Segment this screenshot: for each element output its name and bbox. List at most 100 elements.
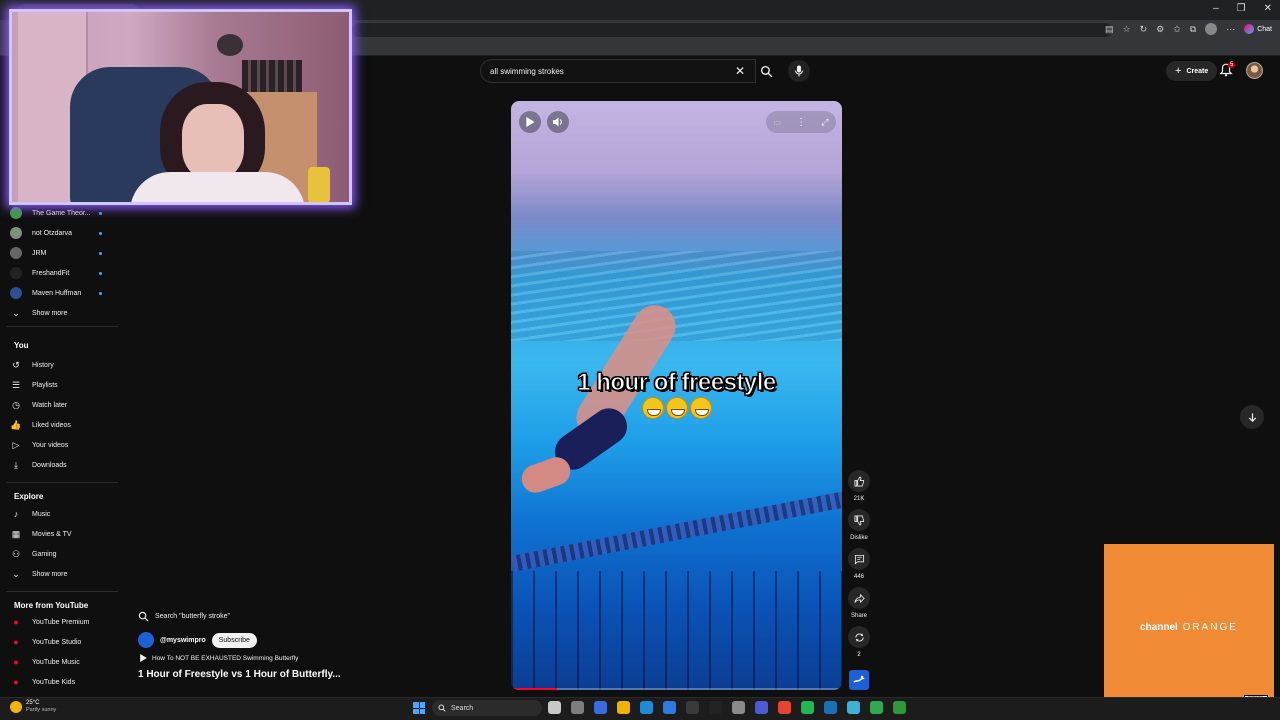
like-action: 21K xyxy=(848,470,870,502)
sidebar-item-movies[interactable]: ▦ Movies & TV xyxy=(10,525,116,543)
channel-avatar xyxy=(10,247,22,259)
file-explorer-icon[interactable] xyxy=(617,701,630,714)
taskbar-search[interactable]: Search xyxy=(432,700,542,716)
search-box[interactable] xyxy=(480,59,756,83)
next-short-button[interactable] xyxy=(1240,405,1264,429)
webcam-bottles xyxy=(242,60,302,92)
spotify-icon[interactable] xyxy=(801,701,814,714)
media-icon[interactable] xyxy=(778,701,791,714)
address-bar[interactable] xyxy=(352,23,1112,37)
clear-search-icon[interactable]: ✕ xyxy=(735,64,745,78)
sidebar-item-your-videos[interactable]: ▷ Your videos xyxy=(10,436,116,454)
weather-widget[interactable]: 25°C Partly sunny xyxy=(10,700,56,714)
related-video-link[interactable]: How To NOT BE EXHAUSTED Swimming Butterf… xyxy=(140,654,298,662)
sidebar-subscription[interactable]: JRM xyxy=(10,244,116,262)
sidebar: The Game Theor... not Otzdarva JRM Freshand… xyxy=(0,205,120,720)
sidebar-item-gaming[interactable]: ⚇ Gaming xyxy=(10,545,116,563)
sidebar-subscription[interactable]: FreshandFit xyxy=(10,264,116,282)
fullscreen-icon[interactable]: ⤢ xyxy=(821,117,828,128)
settings-icon[interactable] xyxy=(732,701,745,714)
like-button[interactable] xyxy=(848,470,870,492)
sidebar-item-playlists[interactable]: ☰ Playlists xyxy=(10,376,116,394)
sidebar-item-youtube-kids[interactable]: ● YouTube Kids xyxy=(10,673,116,691)
channel-thumbnail[interactable] xyxy=(849,670,869,690)
search-input[interactable] xyxy=(490,66,730,76)
sidebar-item-label: Gaming xyxy=(32,550,57,558)
refresh-icon[interactable]: ↻ xyxy=(1140,24,1148,35)
edge-icon[interactable] xyxy=(640,701,653,714)
grin-emoji-icon xyxy=(665,397,688,419)
channel-avatar[interactable] xyxy=(138,632,154,648)
sidebar-item-youtube-music[interactable]: ● YouTube Music xyxy=(10,653,116,671)
sidebar-item-liked[interactable]: 👍 Liked videos xyxy=(10,416,116,434)
comments-button[interactable] xyxy=(848,548,870,570)
progress-bar[interactable] xyxy=(511,688,842,690)
app-icon[interactable] xyxy=(847,701,860,714)
sidebar-item-youtube-studio[interactable]: ● YouTube Studio xyxy=(10,633,116,651)
captions-icon[interactable]: ▭ xyxy=(774,118,782,127)
start-button[interactable] xyxy=(413,702,425,714)
share-button[interactable] xyxy=(848,587,870,609)
sidebar-more-heading[interactable]: More from YouTube xyxy=(14,601,88,610)
reader-icon[interactable]: ▤ xyxy=(1105,24,1114,35)
search-button[interactable] xyxy=(756,59,776,83)
liked-icon: 👍 xyxy=(10,419,22,430)
steam-icon[interactable] xyxy=(824,701,837,714)
subscribe-button[interactable]: Subscribe xyxy=(211,632,257,648)
account-avatar[interactable] xyxy=(1246,62,1263,79)
copilot-icon xyxy=(1244,24,1255,34)
sidebar-item-youtube-premium[interactable]: ● YouTube Premium xyxy=(10,613,116,631)
copilot-chat-button[interactable]: Chat xyxy=(1244,24,1272,34)
voice-search-button[interactable] xyxy=(788,60,810,82)
extensions-icon[interactable]: ⚙ xyxy=(1156,24,1164,35)
youtube-kids-icon: ● xyxy=(13,677,19,687)
minimize-icon[interactable]: – xyxy=(1213,3,1219,14)
copilot-icon[interactable] xyxy=(548,701,561,714)
share-label: Share xyxy=(850,613,867,619)
profile-avatar[interactable] xyxy=(1205,23,1218,35)
xbox-icon[interactable] xyxy=(893,701,906,714)
gaming-icon: ⚇ xyxy=(11,548,21,559)
widgets-icon[interactable] xyxy=(594,701,607,714)
discord-icon[interactable] xyxy=(755,701,768,714)
play-button[interactable] xyxy=(519,111,541,133)
sidebar-explore-heading[interactable]: Explore xyxy=(14,492,43,501)
album-cover-overlay: channel ORANGE PARENTAL ADVISORY EXPLICI… xyxy=(1104,544,1274,714)
sidebar-you-heading[interactable]: You xyxy=(14,341,29,350)
sidebar-explore-show-more[interactable]: ⌄ Show more xyxy=(10,565,116,583)
related-search-chip[interactable]: Search "butterfly stroke" xyxy=(138,611,230,622)
start-tile xyxy=(419,702,425,708)
sidebar-item-downloads[interactable]: ⤓ Downloads xyxy=(10,456,116,474)
mail-icon[interactable] xyxy=(663,701,676,714)
short-title[interactable]: 1 Hour of Freestyle vs 1 Hour of Butterf… xyxy=(138,669,341,680)
bookmark-star-icon[interactable]: ☆ xyxy=(1123,24,1131,35)
sidebar-subscription[interactable]: The Game Theor... xyxy=(10,204,116,222)
collections-icon[interactable]: ⧉ xyxy=(1190,24,1196,35)
music-icon: ♪ xyxy=(13,509,19,519)
dislike-button[interactable] xyxy=(848,509,870,531)
share-action: Share xyxy=(848,587,870,619)
restore-icon[interactable]: ❐ xyxy=(1237,3,1246,14)
close-window-icon[interactable]: ✕ xyxy=(1264,3,1272,14)
calendar-icon[interactable] xyxy=(686,701,699,714)
terminal-icon[interactable] xyxy=(709,701,722,714)
channel-handle[interactable]: @myswimpro xyxy=(160,637,206,644)
task-view-icon[interactable] xyxy=(571,701,584,714)
short-video-player[interactable]: 1 hour of freestyle ▭ ⋮ ⤢ xyxy=(511,101,842,690)
remix-button[interactable] xyxy=(848,626,870,648)
sidebar-item-history[interactable]: ↺ History xyxy=(10,356,116,374)
sidebar-item-label: not Otzdarva xyxy=(32,229,73,237)
sidebar-subscription[interactable]: not Otzdarva xyxy=(10,224,116,242)
sidebar-item-label: History xyxy=(32,361,54,369)
menu-dots-icon[interactable]: ⋯ xyxy=(1226,24,1235,35)
chat-app-icon[interactable] xyxy=(870,701,883,714)
sidebar-subscription[interactable]: Maven Huffman xyxy=(10,284,116,302)
volume-button[interactable] xyxy=(547,111,569,133)
sidebar-item-watch-later[interactable]: ◷ Watch later xyxy=(10,396,116,414)
progress-fill xyxy=(511,688,558,690)
sidebar-show-more[interactable]: ⌄ Show more xyxy=(10,304,116,322)
sidebar-item-music[interactable]: ♪ Music xyxy=(10,505,116,523)
create-button[interactable]: + Create xyxy=(1166,61,1218,81)
more-options-icon[interactable]: ⋮ xyxy=(796,117,806,128)
favorites-icon[interactable]: ✩ xyxy=(1173,24,1181,35)
